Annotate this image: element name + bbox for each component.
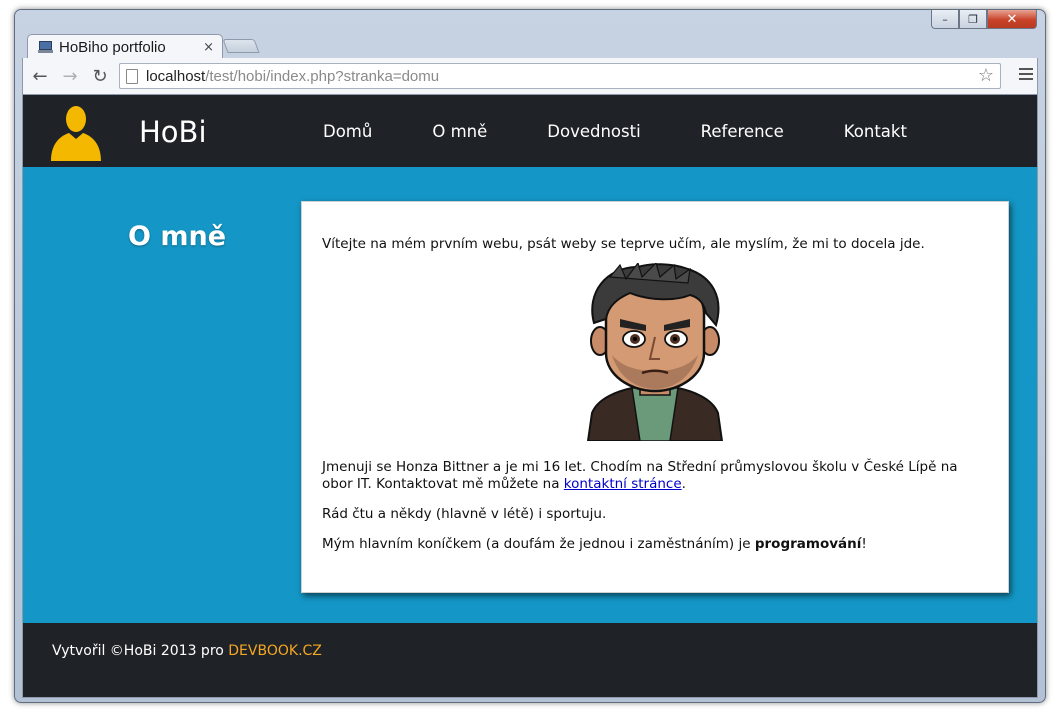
site-footer: Vytvořil ©HoBi 2013 pro DEVBOOK.CZ — [23, 623, 1037, 697]
site-header: HoBi Domů O mně Dovednosti Reference Kon… — [23, 95, 1037, 167]
main-hobby-paragraph: Mým hlavním koníčkem (a doufám že jednou… — [322, 536, 867, 552]
bookmark-star-icon[interactable]: ☆ — [978, 65, 994, 86]
address-bar[interactable]: localhost/test/hobi/index.php?stranka=do… — [119, 63, 1001, 89]
intro-paragraph: Vítejte na mém prvním webu, psát weby se… — [322, 236, 925, 252]
main-nav: Domů O mně Dovednosti Reference Kontakt — [293, 95, 967, 167]
title-bar: HoBiho portfolio × – ❐ ✕ — [15, 10, 1045, 59]
user-silhouette-icon[interactable] — [47, 103, 105, 161]
maximize-button[interactable]: ❐ — [959, 10, 987, 29]
new-tab-button[interactable] — [222, 39, 260, 53]
browser-tab[interactable]: HoBiho portfolio × — [27, 34, 223, 59]
back-arrow-icon[interactable]: ← — [27, 66, 53, 87]
footer-devbook-link[interactable]: DEVBOOK.CZ — [228, 643, 322, 659]
tab-title: HoBiho portfolio — [59, 38, 166, 56]
nav-item-domu[interactable]: Domů — [323, 122, 372, 141]
reload-icon[interactable]: ↻ — [87, 66, 113, 87]
close-window-button[interactable]: ✕ — [987, 10, 1037, 29]
footer-text: Vytvořil ©HoBi 2013 pro — [52, 643, 229, 659]
window-controls: – ❐ ✕ — [931, 10, 1037, 29]
browser-window: HoBiho portfolio × – ❐ ✕ ← → ↻ localhost… — [14, 9, 1046, 703]
browser-toolbar: ← → ↻ localhost/test/hobi/index.php?stra… — [22, 58, 1038, 94]
nav-item-reference[interactable]: Reference — [701, 122, 784, 141]
url-text: localhost/test/hobi/index.php?stranka=do… — [146, 67, 440, 85]
nav-item-dovednosti[interactable]: Dovednosti — [547, 122, 640, 141]
site-brand[interactable]: HoBi — [139, 115, 207, 149]
close-tab-icon[interactable]: × — [203, 40, 214, 55]
page-viewport: HoBi Domů O mně Dovednosti Reference Kon… — [22, 94, 1038, 698]
nav-item-o-mne[interactable]: O mně — [432, 122, 487, 141]
page-title: O mně — [128, 221, 227, 252]
page-icon — [126, 68, 138, 84]
content-box: Vítejte na mém prvním webu, psát weby se… — [301, 201, 1009, 593]
avatar — [586, 263, 724, 441]
forward-arrow-icon[interactable]: → — [57, 66, 83, 87]
menu-icon[interactable] — [1019, 68, 1033, 83]
bio-paragraph: Jmenuji se Honza Bittner a je mi 16 let.… — [322, 459, 958, 492]
contact-page-link[interactable]: kontaktní stránce — [564, 476, 682, 492]
hobby-paragraph: Rád čtu a někdy (hlavně v létě) i sportu… — [322, 506, 607, 522]
minimize-button[interactable]: – — [931, 10, 959, 29]
nav-item-kontakt[interactable]: Kontakt — [844, 122, 907, 141]
computer-icon — [38, 41, 53, 53]
